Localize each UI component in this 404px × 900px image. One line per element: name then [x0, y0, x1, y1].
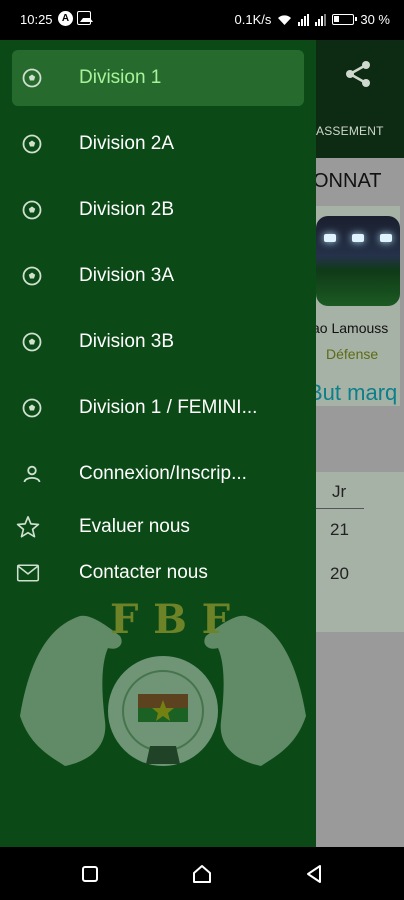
wifi-icon [278, 14, 292, 25]
soccer-ball-icon [20, 396, 44, 420]
signal-icon [298, 13, 310, 26]
menu-item-division-2b[interactable]: Division 2B [12, 182, 304, 238]
menu-item-contacter[interactable]: Contacter nous [12, 545, 304, 601]
star-icon [16, 515, 40, 539]
table-divider [316, 508, 364, 509]
system-nav-bar [0, 847, 404, 900]
player-stat: But marq [308, 380, 398, 405]
network-speed: 0.1K/s [234, 12, 272, 27]
tab-classement[interactable]: ASSEMENT [316, 124, 384, 138]
home-icon[interactable] [190, 862, 214, 886]
mail-icon [16, 561, 40, 585]
status-time: 10:25 [20, 12, 53, 27]
menu-label: Division 2B [79, 199, 175, 220]
soccer-ball-icon [20, 264, 44, 288]
player-role: Défense [326, 346, 379, 362]
menu-label: Connexion/Inscrip... [79, 463, 247, 484]
menu-item-division-1[interactable]: Division 1 [12, 50, 304, 106]
navigation-drawer: Division 1 Division 2A Division 2B Divis… [0, 40, 316, 847]
player-name: ao Lamouss [312, 320, 389, 336]
menu-label: Division 1 / FEMINI... [79, 397, 258, 418]
menu-item-division-2a[interactable]: Division 2A [12, 116, 304, 172]
status-notification-icons: A [58, 11, 93, 26]
fbf-logo-letters: FBF [110, 596, 230, 643]
recents-icon[interactable] [78, 862, 102, 886]
menu-label: Division 1 [79, 67, 162, 88]
back-icon[interactable] [302, 862, 326, 886]
soccer-ball-icon [20, 132, 44, 156]
stadium-image [316, 216, 400, 306]
menu-label: Division 2A [79, 133, 175, 154]
menu-label: Division 3A [79, 265, 175, 286]
signal-icon-2 [315, 13, 327, 26]
section-title: ONNAT [313, 170, 382, 192]
soccer-ball-icon [20, 330, 44, 354]
status-bar: 10:25 A 0.1K/s 30 % [0, 0, 404, 40]
app-notification-icon: A [58, 11, 73, 26]
table-cell: 20 [330, 564, 349, 583]
image-notification-icon [77, 11, 93, 25]
share-icon[interactable] [342, 58, 374, 90]
menu-label: Evaluer nous [79, 516, 190, 537]
fbf-logo: FBF [10, 596, 316, 786]
player-card[interactable]: ao Lamouss Défense But marq [308, 206, 400, 406]
status-right: 0.1K/s 30 % [235, 12, 391, 27]
menu-item-division-3a[interactable]: Division 3A [12, 248, 304, 304]
menu-item-connexion[interactable]: Connexion/Inscrip... [12, 446, 304, 502]
person-icon [20, 462, 44, 486]
menu-label: Contacter nous [79, 562, 208, 583]
table-cell: 21 [330, 520, 349, 539]
table-header: Jr [332, 482, 347, 501]
menu-item-division-3b[interactable]: Division 3B [12, 314, 304, 370]
battery-percent: 30 % [360, 12, 390, 27]
standings-table: Jr 21 20 [316, 472, 404, 632]
battery-icon [332, 14, 358, 25]
menu-item-division-1-feminine[interactable]: Division 1 / FEMINI... [12, 380, 304, 436]
soccer-ball-icon [20, 66, 44, 90]
soccer-ball-icon [20, 198, 44, 222]
menu-label: Division 3B [79, 331, 175, 352]
